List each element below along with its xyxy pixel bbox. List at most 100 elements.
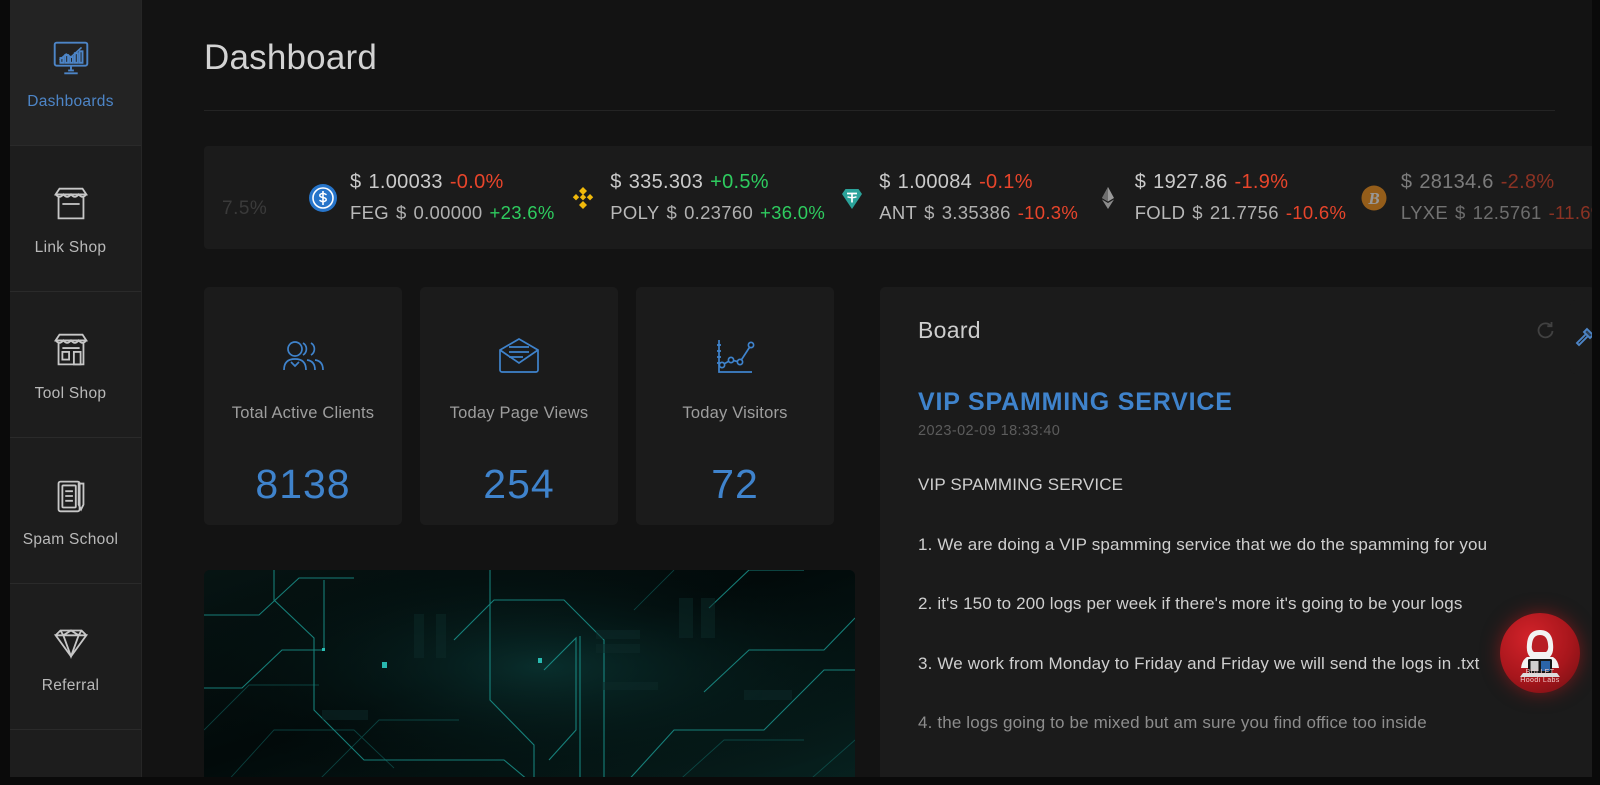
ticker-sub-row: FOLD $ 21.7756 -10.6% <box>1135 202 1347 224</box>
ticker-sub-row: FEG $ 0.00000 +23.6% <box>350 202 555 224</box>
board-panel: Board VIP SPAMMING SERVICE 2023-02-09 18… <box>880 287 1595 785</box>
ticker-sub-prefix: $ <box>1192 202 1203 224</box>
ticker-change: -0.0% <box>450 171 504 194</box>
diamond-icon <box>48 619 94 665</box>
ticker-sub-row: ANT $ 3.35386 -10.3% <box>879 202 1078 224</box>
sidebar-item-label: Spam School <box>23 531 119 549</box>
tether-diamond-icon <box>837 183 867 213</box>
usdc-coin-icon <box>308 183 338 213</box>
main-content: Dashboard 7.5% $ 1.00033 <box>142 0 1600 785</box>
ticker-main-row: $ 1.00033 -0.0% <box>350 171 555 194</box>
board-post-line: 1. We are doing a VIP spamming service t… <box>918 531 1557 559</box>
ticker-sub-symbol: FEG <box>350 202 389 224</box>
board-post-line: 3. We work from Monday to Friday and Fri… <box>918 650 1557 678</box>
hooded-hacker-icon[interactable]: BULLET Hoodi Labs <box>1500 613 1580 693</box>
window-frame-bottom <box>0 777 1600 785</box>
ticker-item-body: $ 335.303 +0.5% POLY $ 0.23760 +36.0% <box>610 171 825 224</box>
crypto-ticker-bar[interactable]: 7.5% $ 1.00033 -0.0% <box>204 146 1595 249</box>
stat-card-value: 8138 <box>255 461 350 508</box>
ticker-change: -2.8% <box>1501 171 1555 194</box>
circuit-board-banner <box>204 570 855 785</box>
stat-card-value: 72 <box>711 461 759 508</box>
monitor-chart-icon <box>48 35 94 81</box>
ticker-item[interactable]: $ 335.303 +0.5% POLY $ 0.23760 +36.0% <box>542 171 811 224</box>
ticker-price-prefix: $ <box>1135 171 1146 194</box>
ticker-sub-symbol: ANT <box>879 202 917 224</box>
ticker-price: 335.303 <box>629 171 703 194</box>
ticker-sub-price: 3.35386 <box>942 202 1011 224</box>
ticker-sub-price: 0.23760 <box>684 202 753 224</box>
ticker-price: 1.00084 <box>898 171 972 194</box>
board-post-line: 2. it's 150 to 200 logs per week if ther… <box>918 590 1557 618</box>
sidebar-item-referral[interactable]: Referral <box>0 584 141 730</box>
ticker-sub-symbol: FOLD <box>1135 202 1186 224</box>
ticker-sub-row: LYXE $ 12.5761 -11.6% <box>1401 202 1595 224</box>
ticker-price: 28134.6 <box>1419 171 1493 194</box>
ticker-sub-prefix: $ <box>1455 202 1466 224</box>
board-post-line: VIP SPAMMING SERVICE <box>918 471 1557 499</box>
ticker-price-prefix: $ <box>879 171 890 194</box>
sidebar-item-label: Referral <box>42 677 100 695</box>
ticker-sub-prefix: $ <box>396 202 407 224</box>
ticker-price: 1.00033 <box>368 171 442 194</box>
sidebar-item-dashboards[interactable]: Dashboards <box>0 0 141 146</box>
ticker-ghost-fragment: 7.5% <box>222 198 267 220</box>
ticker-sub-prefix: $ <box>666 202 677 224</box>
ticker-sub-prefix: $ <box>924 202 935 224</box>
board-post-title[interactable]: VIP SPAMMING SERVICE <box>918 388 1557 417</box>
ticker-item-body: $ 1.00084 -0.1% ANT $ 3.35386 -10.3% <box>879 171 1078 224</box>
sidebar-item-label: Link Shop <box>35 239 107 257</box>
sidebar-item-label: Tool Shop <box>35 385 107 403</box>
board-post-line: 4. the logs going to be mixed but am sur… <box>918 709 1557 737</box>
sidebar-item-label: Dashboards <box>27 93 114 111</box>
ticker-sub-price: 21.7756 <box>1210 202 1279 224</box>
ticker-price-prefix: $ <box>350 171 361 194</box>
ticker-main-row: $ 1927.86 -1.9% <box>1135 171 1347 194</box>
fab-caption-line2: Hoodi Labs <box>1520 677 1559 684</box>
ticker-sub-row: POLY $ 0.23760 +36.0% <box>610 202 825 224</box>
stat-card-today-page-views[interactable]: Today Page Views 254 <box>420 287 618 525</box>
title-divider <box>204 110 1555 111</box>
ticker-price-prefix: $ <box>1401 171 1412 194</box>
page-title: Dashboard <box>142 0 1600 78</box>
ticker-sub-symbol: LYXE <box>1401 202 1448 224</box>
ticker-item-body: $ 28134.6 -2.8% LYXE $ 12.5761 -11.6% <box>1401 171 1595 224</box>
fab-caption: BULLET Hoodi Labs <box>1500 669 1580 687</box>
ticker-item[interactable]: $ 1.00084 -0.1% ANT $ 3.35386 -10.3% <box>811 171 1066 224</box>
ticker-sub-price: 0.00000 <box>414 202 483 224</box>
sidebar-item-tool-shop[interactable]: Tool Shop <box>0 292 141 438</box>
shop-store-icon <box>48 327 94 373</box>
ethereum-icon <box>1093 183 1123 213</box>
fab-caption-line1: BULLET <box>1526 669 1555 676</box>
stat-card-today-visitors[interactable]: Today Visitors 72 <box>636 287 834 525</box>
stat-card-label: Today Visitors <box>682 404 787 423</box>
sidebar: Dashboards Link Shop <box>0 0 142 785</box>
ticker-price-prefix: $ <box>610 171 621 194</box>
ticker-item[interactable]: $ 1.00033 -0.0% FEG $ 0.00000 +23.6% <box>282 171 542 224</box>
ticker-main-row: $ 28134.6 -2.8% <box>1401 171 1595 194</box>
clipboard-pencil-icon <box>48 473 94 519</box>
ticker-item-body: $ 1927.86 -1.9% FOLD $ 21.7756 -10.6% <box>1135 171 1347 224</box>
ticker-item[interactable]: $ 1927.86 -1.9% FOLD $ 21.7756 -10.6% <box>1067 171 1333 224</box>
ticker-item[interactable]: B $ 28134.6 -2.8% LYXE $ 12.5761 -11.6% <box>1333 171 1595 224</box>
stat-card-label: Today Page Views <box>450 404 589 423</box>
stat-card-total-active-clients[interactable]: Total Active Clients 8138 <box>204 287 402 525</box>
board-title: Board <box>918 317 981 344</box>
circuit-board-banner-graphic <box>204 570 855 785</box>
ticker-sub-price: 12.5761 <box>1473 202 1542 224</box>
shop-awning-icon <box>48 181 94 227</box>
ticker-main-row: $ 335.303 +0.5% <box>610 171 825 194</box>
app-root: Dashboards Link Shop <box>0 0 1600 785</box>
ticker-item-body: $ 1.00033 -0.0% FEG $ 0.00000 +23.6% <box>350 171 555 224</box>
stat-card-label: Total Active Clients <box>232 404 374 423</box>
refresh-icon[interactable] <box>1535 320 1557 342</box>
ticker-sub-change: -11.6% <box>1549 202 1595 224</box>
stat-card-value: 254 <box>483 461 554 508</box>
ticker-sub-symbol: POLY <box>610 202 659 224</box>
ticker-change: -0.1% <box>979 171 1033 194</box>
users-group-icon <box>277 332 329 384</box>
window-frame-left <box>0 0 10 785</box>
sidebar-item-link-shop[interactable]: Link Shop <box>0 146 141 292</box>
binance-bnb-icon <box>568 183 598 213</box>
sidebar-item-spam-school[interactable]: Spam School <box>0 438 141 584</box>
